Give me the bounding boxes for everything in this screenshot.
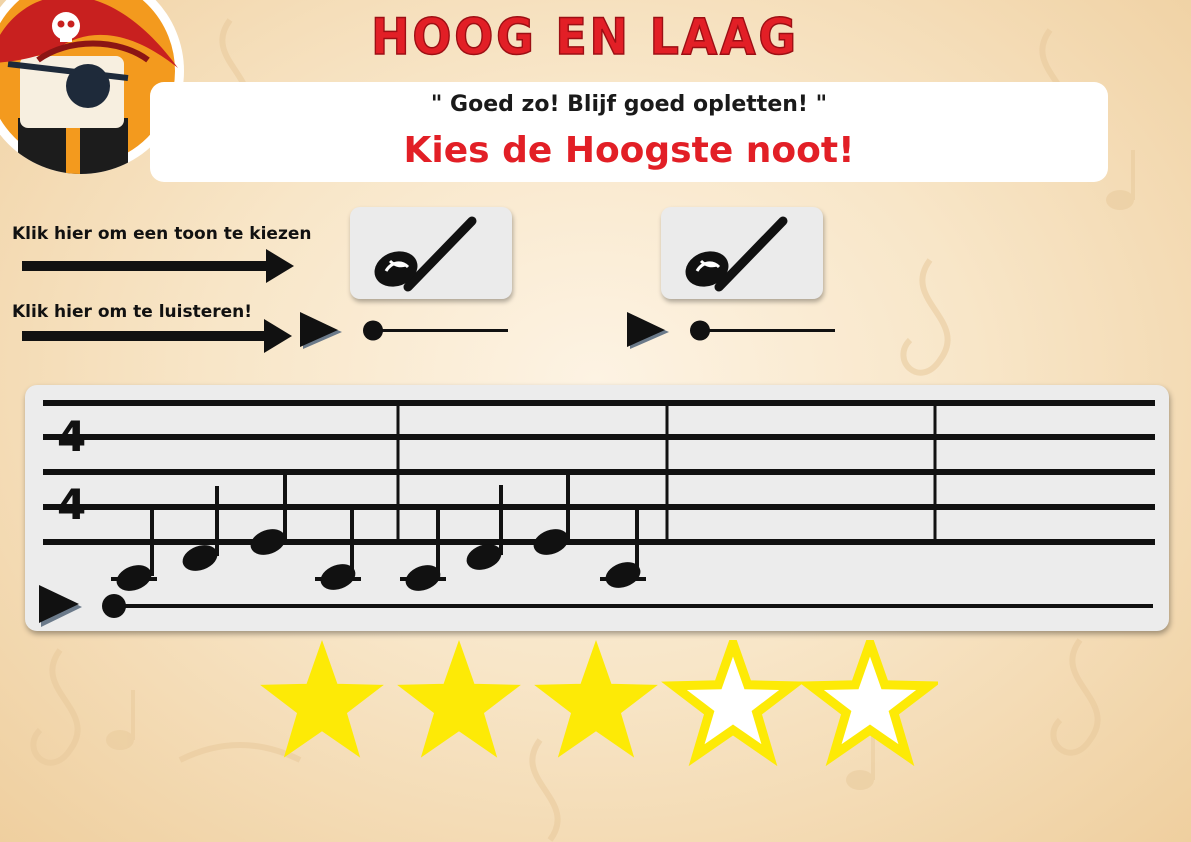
note xyxy=(466,485,503,570)
note xyxy=(600,509,646,588)
star-filled-icon xyxy=(397,640,521,758)
arrow-right-icon xyxy=(22,249,294,283)
star-filled-icon xyxy=(534,640,658,758)
note xyxy=(315,509,361,590)
time-signature-top: 4 xyxy=(57,412,86,461)
staff-progress-slider[interactable] xyxy=(102,594,1153,618)
note-check-icon xyxy=(685,216,788,292)
arrow-right-icon xyxy=(22,319,292,353)
hint-choose-tone: Klik hier om een toon te kiezen xyxy=(12,224,312,244)
note xyxy=(533,474,570,555)
note xyxy=(250,474,287,555)
note xyxy=(111,509,157,591)
note xyxy=(400,509,446,591)
page-title: HOOG EN LAAG xyxy=(370,7,799,67)
music-staff-panel: 4 4 xyxy=(25,385,1169,631)
choose-tone-2-button[interactable] xyxy=(661,207,823,299)
star-filled-icon xyxy=(260,640,384,758)
star-rating xyxy=(260,640,938,767)
staff-play-button[interactable] xyxy=(39,585,82,627)
note-check-icon xyxy=(374,216,477,292)
music-staff: 4 4 xyxy=(39,400,1155,627)
note xyxy=(182,486,219,571)
star-empty-icon xyxy=(798,640,938,767)
time-signature-bottom: 4 xyxy=(57,480,86,529)
play-tone-2-button[interactable] xyxy=(627,312,671,352)
star-empty-icon xyxy=(661,640,805,767)
play-tone-1-button[interactable] xyxy=(300,312,344,352)
instruction-text: Kies de Hoogste noot! xyxy=(403,130,855,171)
tone-2-progress-slider[interactable] xyxy=(685,316,837,346)
feedback-text: " Goed zo! Blijf goed opletten! " xyxy=(430,92,828,117)
tone-1-progress-slider[interactable] xyxy=(358,316,510,346)
message-banner: " Goed zo! Blijf goed opletten! " Kies d… xyxy=(150,82,1108,182)
choose-tone-1-button[interactable] xyxy=(350,207,512,299)
